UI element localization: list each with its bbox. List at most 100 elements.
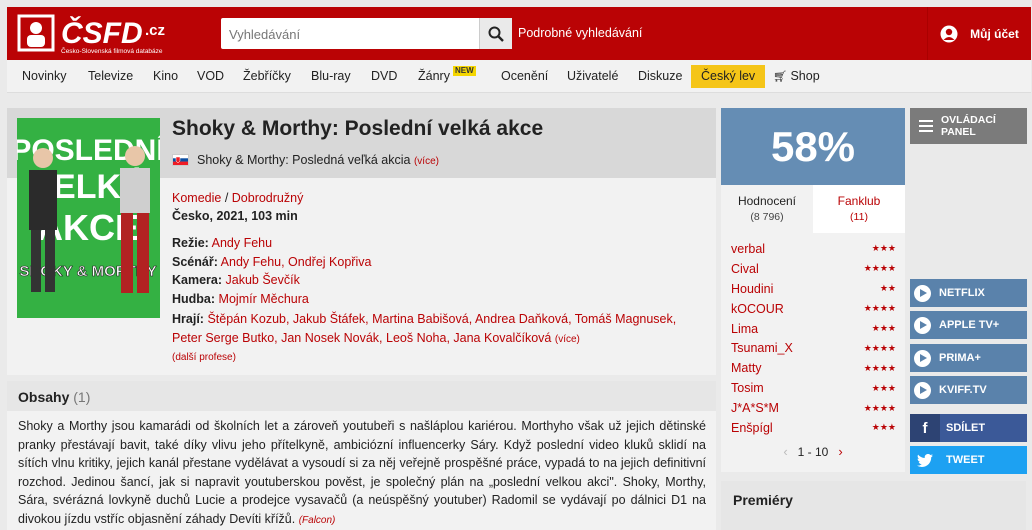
rating-stars: ★★★★ (863, 342, 896, 353)
plot-title-text: Obsahy (18, 389, 70, 405)
alt-title: Shoky & Morthy: Posledná veľká akcia (ví… (197, 153, 439, 167)
rating-stars: ★★★ (871, 382, 896, 393)
vod-label: NETFLIX (939, 287, 985, 299)
alt-title-row: Shoky & Morthy: Posledná veľká akcia (ví… (172, 153, 439, 167)
genre-dobrodruzny[interactable]: Dobrodružný (232, 191, 304, 205)
ratings-pager: ‹ 1 - 10 › (721, 444, 905, 459)
play-icon (914, 381, 931, 399)
rating-panel: 58% Hodnocení (8 796) Fanklub (11) verba… (721, 108, 905, 472)
advanced-search-link[interactable]: Podrobné vyhledávání (518, 26, 642, 40)
control-panel-button[interactable]: OVLÁDACÍ PANEL (910, 108, 1027, 144)
rating-user[interactable]: Houdini (731, 282, 773, 296)
slovak-flag-icon (172, 154, 189, 166)
nav-novinky[interactable]: Novinky (22, 60, 66, 93)
main-nav: Novinky Televize Kino VOD Žebříčky Blu-r… (7, 60, 1031, 93)
rating-user[interactable]: Tosim (731, 381, 764, 395)
plot-count: (1) (73, 389, 91, 405)
writers-label: Scénář: (172, 255, 218, 269)
vod-appletv-button[interactable]: APPLE TV+ (910, 311, 1027, 339)
nav-vod[interactable]: VOD (197, 60, 224, 93)
site-header: ČSFD .cz Česko-Slovenská filmová databáz… (7, 7, 1031, 60)
rating-row: Matty ★★★★ (731, 358, 896, 378)
nav-oceneni[interactable]: Ocenění (501, 60, 548, 93)
user-icon (940, 25, 958, 42)
rating-row: J*A*S*M ★★★★ (731, 398, 896, 418)
csfd-logo[interactable]: ČSFD .cz Česko-Slovenská filmová databáz… (17, 13, 187, 55)
rating-row: kOCOUR ★★★★ (731, 299, 896, 319)
svg-text:Česko-Slovenská filmová databá: Česko-Slovenská filmová databáze (61, 46, 163, 55)
rating-stars: ★★★★ (863, 303, 896, 314)
tab-fanclub-count: (11) (850, 211, 868, 223)
search-box (221, 18, 512, 49)
writers-row: Scénář: Andy Fehu, Ondřej Kopřiva (172, 255, 371, 269)
cast-link-line1[interactable]: Štěpán Kozub, Jakub Štáfek, Martina Babi… (207, 312, 676, 326)
nav-cesky-lev[interactable]: Český lev (691, 65, 766, 88)
rating-user[interactable]: Lima (731, 322, 758, 336)
rating-row: Lima ★★★ (731, 319, 896, 339)
vod-kviff-button[interactable]: KVIFF.TV (910, 376, 1027, 404)
rating-user[interactable]: Tsunami_X (731, 341, 793, 355)
pager-next-icon[interactable]: › (838, 444, 842, 459)
cast-label: Hrají: (172, 312, 204, 326)
tab-fanclub[interactable]: Fanklub (11) (813, 185, 905, 233)
search-input[interactable] (229, 24, 469, 44)
nav-televize[interactable]: Televize (88, 60, 133, 93)
tab-fanclub-label: Fanklub (837, 194, 881, 208)
alt-title-text: Shoky & Morthy: Posledná veľká akcia (197, 153, 411, 167)
vod-prima-button[interactable]: PRIMA+ (910, 344, 1027, 372)
music-row: Hudba: Mojmír Měchura (172, 292, 309, 306)
account-button[interactable]: Můj účet (927, 7, 1031, 60)
rating-user[interactable]: Enšpígl (731, 421, 773, 435)
nav-zanry[interactable]: Žánry (418, 60, 450, 93)
rating-user[interactable]: kOCOUR (731, 302, 784, 316)
genre-komedie[interactable]: Komedie (172, 191, 221, 205)
nav-kino[interactable]: Kino (153, 60, 178, 93)
vod-label: PRIMA+ (939, 352, 981, 364)
premiery-title: Premiéry (733, 492, 793, 508)
user-ratings-list: verbal ★★★ Cival ★★★★ Houdini ★★ kOCOUR ★★★★… (731, 239, 896, 438)
nav-bluray[interactable]: Blu-ray (311, 60, 351, 93)
rating-user[interactable]: Matty (731, 361, 762, 375)
rating-stars: ★★★ (871, 323, 896, 333)
rating-stars: ★★★★ (863, 402, 896, 413)
plot-body: Shoky a Morthy jsou kamarádi od školních… (18, 419, 706, 526)
cast-link-line2[interactable]: Peter Serge Butko, Jan Nosek Novák, Leoš… (172, 331, 551, 345)
play-icon (914, 284, 931, 302)
alt-title-more-link[interactable]: (více) (414, 156, 439, 167)
nav-dvd[interactable]: DVD (371, 60, 397, 93)
tab-ratings-count: (8 796) (750, 211, 784, 223)
rating-row: verbal ★★★ (731, 239, 896, 259)
search-button[interactable] (479, 18, 512, 49)
nav-uzivatele[interactable]: Uživatelé (567, 60, 618, 93)
nav-diskuze[interactable]: Diskuze (638, 60, 682, 93)
vod-netflix-button[interactable]: NETFLIX (910, 279, 1027, 307)
cast-row: Hrají: Štěpán Kozub, Jakub Štáfek, Marti… (172, 310, 707, 365)
more-professions-link[interactable]: (další profese) (172, 352, 236, 363)
tab-ratings-label: Hodnocení (737, 194, 797, 208)
rating-row: Tosim ★★★ (731, 378, 896, 398)
menu-icon (919, 120, 933, 135)
writers-link[interactable]: Andy Fehu, Ondřej Kopřiva (221, 255, 372, 269)
rating-stars: ★★★★ (863, 263, 896, 274)
plot-text: Shoky a Morthy jsou kamarádi od školních… (18, 417, 706, 530)
control-panel-label: OVLÁDACÍ PANEL (941, 114, 996, 138)
svg-text:ČSFD: ČSFD (61, 16, 143, 50)
music-link[interactable]: Mojmír Měchura (219, 292, 309, 306)
plot-author-link[interactable]: (Falcon) (299, 515, 336, 526)
music-label: Hudba: (172, 292, 216, 306)
rating-user[interactable]: verbal (731, 242, 765, 256)
rating-stars: ★★ (879, 283, 896, 294)
director-link[interactable]: Andy Fehu (212, 236, 272, 250)
pager-prev-icon[interactable]: ‹ (783, 444, 787, 459)
nav-shop[interactable]: 🛒︎ Shop (773, 60, 820, 93)
film-poster[interactable]: POSLEDNÍ VELKÁ AKCE SHOKY & MORTHY (17, 118, 160, 318)
rating-user[interactable]: J*A*S*M (731, 401, 779, 415)
rating-user[interactable]: Cival (731, 262, 759, 276)
twitter-share-button[interactable]: TWEET (910, 446, 1027, 474)
new-badge: NEW (453, 66, 476, 76)
tab-ratings[interactable]: Hodnocení (8 796) (721, 185, 813, 233)
facebook-share-button[interactable]: f SDÍLET (910, 414, 1027, 442)
nav-zebricky[interactable]: Žebříčky (243, 60, 291, 93)
cast-more-link[interactable]: (více) (555, 334, 580, 345)
camera-link[interactable]: Jakub Ševčík (226, 273, 300, 287)
